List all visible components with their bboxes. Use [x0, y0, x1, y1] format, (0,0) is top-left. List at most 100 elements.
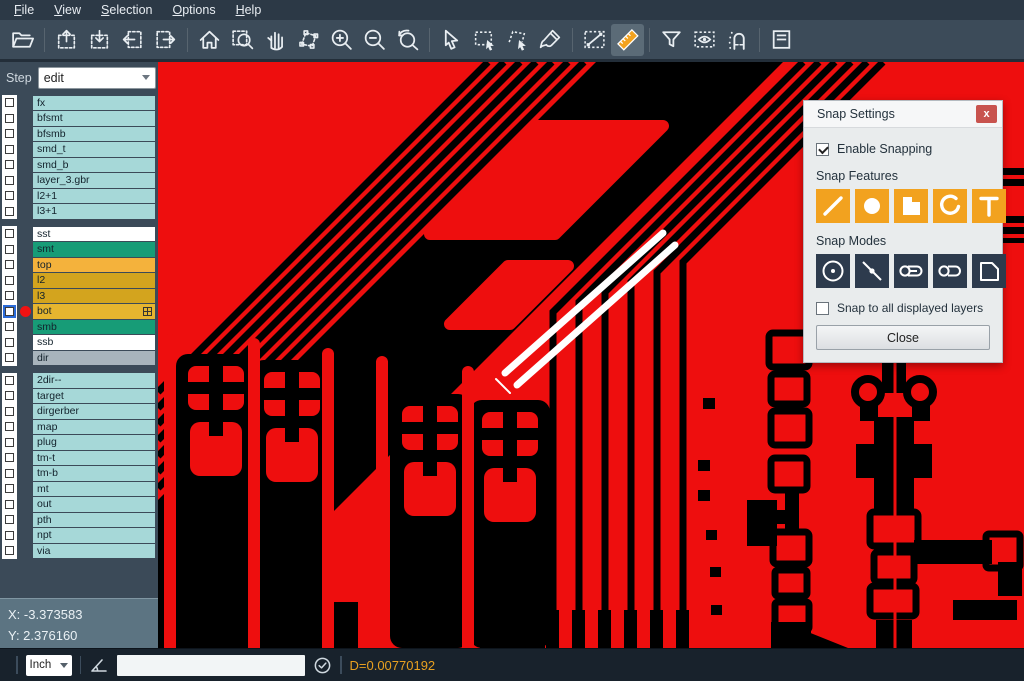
- snap-mode-midpoint-button[interactable]: [855, 254, 889, 288]
- move-view-left-button[interactable]: [116, 24, 149, 56]
- measure-line-button[interactable]: [578, 24, 611, 56]
- angle-tool-icon[interactable]: [89, 656, 109, 674]
- layer-visibility-checkbox[interactable]: [2, 435, 17, 451]
- layer-label-ssb[interactable]: ssb: [33, 335, 155, 350]
- unit-select[interactable]: Inch: [26, 655, 72, 676]
- layer-row-bfsmt[interactable]: bfsmt: [0, 111, 158, 127]
- layer-label-plug[interactable]: plug: [33, 435, 155, 450]
- layer-visibility-checkbox[interactable]: [2, 388, 17, 404]
- layer-row-via[interactable]: via: [0, 543, 158, 559]
- layer-label-smd_t[interactable]: smd_t: [33, 142, 155, 157]
- menu-options[interactable]: Options: [162, 1, 225, 19]
- brush-button[interactable]: [534, 24, 567, 56]
- layer-visibility-checkbox[interactable]: [2, 226, 17, 242]
- snap-mode-center-button[interactable]: [816, 254, 850, 288]
- layer-label-bfsmb[interactable]: bfsmb: [33, 127, 155, 142]
- snap-all-layers-row[interactable]: Snap to all displayed layers: [816, 301, 990, 315]
- dialog-close-button[interactable]: x: [976, 105, 997, 123]
- layer-label-tm-t[interactable]: tm-t: [33, 451, 155, 466]
- layer-row-out[interactable]: out: [0, 497, 158, 513]
- layer-row-mt[interactable]: mt: [0, 481, 158, 497]
- zoom-in-button[interactable]: [325, 24, 358, 56]
- layer-visibility-checkbox[interactable]: [2, 157, 17, 173]
- layer-row-smd_t[interactable]: smd_t: [0, 142, 158, 158]
- zoom-home-button[interactable]: [193, 24, 226, 56]
- zoom-previous-button[interactable]: [391, 24, 424, 56]
- layer-label-l2+1[interactable]: l2+1: [33, 189, 155, 204]
- layer-row-map[interactable]: map: [0, 419, 158, 435]
- layer-label-sst[interactable]: sst: [33, 227, 155, 242]
- snap-feature-arc-button[interactable]: [933, 189, 967, 223]
- ruler-button[interactable]: [611, 24, 644, 56]
- layer-row-pth[interactable]: pth: [0, 512, 158, 528]
- layer-label-top[interactable]: top: [33, 258, 155, 273]
- layer-row-bot[interactable]: bot: [0, 304, 158, 320]
- layer-visibility-checkbox[interactable]: [2, 497, 17, 513]
- snap-feature-text-button[interactable]: [972, 189, 1006, 223]
- layer-label-mt[interactable]: mt: [33, 482, 155, 497]
- layer-visibility-checkbox[interactable]: [2, 304, 17, 320]
- layer-row-smd_b[interactable]: smd_b: [0, 157, 158, 173]
- snap-feature-pad-button[interactable]: [855, 189, 889, 223]
- layer-row-smt[interactable]: smt: [0, 242, 158, 258]
- layer-row-plug[interactable]: plug: [0, 435, 158, 451]
- zoom-polygon-button[interactable]: [292, 24, 325, 56]
- layer-row-dir[interactable]: dir: [0, 350, 158, 366]
- layer-visibility-checkbox[interactable]: [2, 273, 17, 289]
- layer-visibility-checkbox[interactable]: [2, 450, 17, 466]
- layer-label-l3+1[interactable]: l3+1: [33, 204, 155, 219]
- layer-visibility-checkbox[interactable]: [2, 126, 17, 142]
- layer-row-npt[interactable]: npt: [0, 528, 158, 544]
- layer-visibility-checkbox[interactable]: [2, 204, 17, 220]
- layer-visibility-checkbox[interactable]: [2, 188, 17, 204]
- enable-snapping-checkbox[interactable]: [816, 143, 829, 156]
- layer-visibility-checkbox[interactable]: [2, 373, 17, 389]
- snap-mode-slot-open-button[interactable]: [933, 254, 967, 288]
- open-file-button[interactable]: [6, 24, 39, 56]
- layer-label-tm-b[interactable]: tm-b: [33, 466, 155, 481]
- dialog-title-bar[interactable]: Snap Settings x: [804, 101, 1002, 128]
- layer-visibility-checkbox[interactable]: [2, 466, 17, 482]
- layer-row-l2+1[interactable]: l2+1: [0, 188, 158, 204]
- layer-visibility-checkbox[interactable]: [2, 142, 17, 158]
- move-view-right-button[interactable]: [149, 24, 182, 56]
- layer-label-l2[interactable]: l2: [33, 273, 155, 288]
- measurement-input[interactable]: [117, 655, 305, 676]
- layer-label-bfsmt[interactable]: bfsmt: [33, 111, 155, 126]
- step-select[interactable]: edit: [38, 67, 156, 89]
- layer-label-fx[interactable]: fx: [33, 96, 155, 111]
- layer-row-dirgerber[interactable]: dirgerber: [0, 404, 158, 420]
- layer-row-tm-t[interactable]: tm-t: [0, 450, 158, 466]
- snap-feature-surface-button[interactable]: [894, 189, 928, 223]
- pan-hand-button[interactable]: [259, 24, 292, 56]
- select-rectangle-button[interactable]: [468, 24, 501, 56]
- view-region-button[interactable]: [688, 24, 721, 56]
- layer-label-out[interactable]: out: [33, 497, 155, 512]
- layer-row-l3[interactable]: l3: [0, 288, 158, 304]
- snap-mode-slot-closed-button[interactable]: [894, 254, 928, 288]
- layer-visibility-checkbox[interactable]: [2, 512, 17, 528]
- layer-visibility-checkbox[interactable]: [2, 257, 17, 273]
- layer-row-ssb[interactable]: ssb: [0, 335, 158, 351]
- layer-label-l3[interactable]: l3: [33, 289, 155, 304]
- layer-label-target[interactable]: target: [33, 389, 155, 404]
- layer-row-sst[interactable]: sst: [0, 226, 158, 242]
- report-list-button[interactable]: [765, 24, 798, 56]
- snap-mode-contour-button[interactable]: [972, 254, 1006, 288]
- select-arrow-button[interactable]: [435, 24, 468, 56]
- layer-label-pth[interactable]: pth: [33, 513, 155, 528]
- snap-all-layers-checkbox[interactable]: [816, 302, 829, 315]
- layer-label-bot[interactable]: bot: [33, 304, 155, 319]
- layer-row-fx[interactable]: fx: [0, 95, 158, 111]
- layer-label-npt[interactable]: npt: [33, 528, 155, 543]
- layer-visibility-checkbox[interactable]: [2, 419, 17, 435]
- layer-visibility-checkbox[interactable]: [2, 543, 17, 559]
- zoom-out-button[interactable]: [358, 24, 391, 56]
- layer-row-l3+1[interactable]: l3+1: [0, 204, 158, 220]
- layer-row-tm-b[interactable]: tm-b: [0, 466, 158, 482]
- layer-label-smt[interactable]: smt: [33, 242, 155, 257]
- layer-visibility-checkbox[interactable]: [2, 242, 17, 258]
- layer-label-2dir--[interactable]: 2dir--: [33, 373, 155, 388]
- layer-visibility-checkbox[interactable]: [2, 404, 17, 420]
- menu-file[interactable]: File: [4, 1, 44, 19]
